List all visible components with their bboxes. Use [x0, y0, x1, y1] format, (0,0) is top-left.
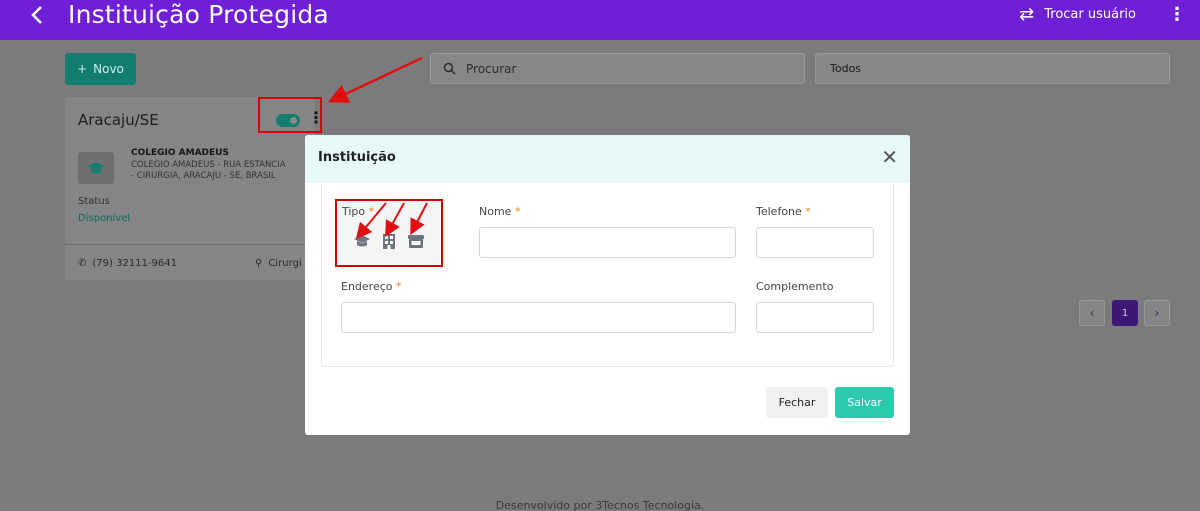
- telefone-label-text: Telefone: [756, 205, 802, 218]
- graduation-cap-icon: [78, 152, 114, 184]
- nome-label-text: Nome: [479, 205, 512, 218]
- location-pin-icon: ⚲: [255, 258, 263, 269]
- endereco-input[interactable]: [341, 302, 736, 333]
- phone-value: (79) 32111-9641: [92, 258, 177, 269]
- status-filter-select[interactable]: Todos: [815, 53, 1170, 84]
- institution-address-line-2: - CIRURGIA, ARACAJU - SE, BRASIL: [131, 171, 276, 181]
- phone-icon: ✆: [78, 258, 87, 269]
- search-icon: [443, 62, 456, 75]
- pagination-prev-button[interactable]: ‹: [1079, 300, 1105, 326]
- new-button[interactable]: + Novo: [65, 53, 136, 85]
- footer-text: Desenvolvido por 3Tecnos Tecnologia.: [495, 499, 705, 511]
- annotation-highlight-box: [258, 97, 322, 133]
- app-header: Instituição Protegida ⇄ Trocar usuário ⋮: [0, 0, 1200, 40]
- filter-value: Todos: [830, 62, 862, 75]
- telefone-input[interactable]: [756, 227, 874, 258]
- switch-user-label: Trocar usuário: [1044, 7, 1136, 22]
- card-title: Aracaju/SE: [78, 111, 159, 129]
- required-mark: *: [805, 205, 811, 218]
- chevron-left-icon: [31, 6, 42, 24]
- new-button-label: Novo: [93, 62, 124, 76]
- card-phone: ✆ (79) 32111-9641: [78, 258, 177, 269]
- institution-address: COLEGIO AMADEUS - RUA ESTANCIA - CIRURGI…: [131, 160, 313, 182]
- nome-input[interactable]: [479, 227, 736, 258]
- location-value: Cirurgi: [268, 258, 302, 269]
- search-placeholder: Procurar: [466, 61, 517, 76]
- institution-modal: Instituição ✕ Tipo * Nome * Telefone * E…: [305, 135, 910, 435]
- plus-icon: +: [77, 62, 88, 76]
- type-icon-group: [353, 233, 425, 249]
- modal-header: Instituição ✕: [305, 135, 910, 183]
- telefone-label: Telefone *: [756, 205, 811, 218]
- nome-label: Nome *: [479, 205, 520, 218]
- institution-address-line-1: COLEGIO AMADEUS - RUA ESTANCIA: [131, 160, 286, 170]
- tipo-label-text: Tipo: [342, 205, 366, 218]
- institution-name: COLEGIO AMADEUS: [131, 148, 229, 158]
- card-divider: [65, 244, 315, 245]
- complemento-input[interactable]: [756, 302, 874, 333]
- page-title: Instituição Protegida: [68, 0, 329, 29]
- more-vert-icon[interactable]: ⋮: [1168, 4, 1186, 25]
- required-mark: *: [396, 280, 402, 293]
- pagination-page-button[interactable]: 1: [1112, 300, 1138, 326]
- required-mark: *: [514, 205, 521, 218]
- back-button[interactable]: [22, 0, 52, 30]
- required-mark: *: [368, 205, 375, 218]
- endereco-label: Endereço *: [341, 280, 402, 293]
- search-input[interactable]: Procurar: [430, 53, 805, 84]
- modal-title: Instituição: [318, 150, 396, 165]
- swap-icon: ⇄: [1019, 4, 1035, 25]
- close-icon[interactable]: ✕: [881, 146, 898, 168]
- save-button[interactable]: Salvar: [835, 387, 894, 418]
- endereco-label-text: Endereço: [341, 280, 393, 293]
- complemento-label: Complemento: [756, 280, 834, 293]
- building-icon[interactable]: [380, 233, 398, 249]
- store-icon[interactable]: [407, 233, 425, 249]
- switch-user-button[interactable]: ⇄ Trocar usuário: [1019, 4, 1136, 25]
- close-button[interactable]: Fechar: [766, 387, 828, 418]
- institution-card: Aracaju/SE ⋮ COLEGIO AMADEUS COLEGIO AMA…: [65, 97, 324, 280]
- status-label: Status: [78, 196, 110, 207]
- pagination-next-button[interactable]: ›: [1144, 300, 1170, 326]
- tipo-label: Tipo *: [342, 205, 374, 218]
- card-location: ⚲ Cirurgi: [255, 258, 302, 269]
- graduation-cap-icon[interactable]: [353, 233, 371, 249]
- status-value: Disponível: [78, 213, 131, 224]
